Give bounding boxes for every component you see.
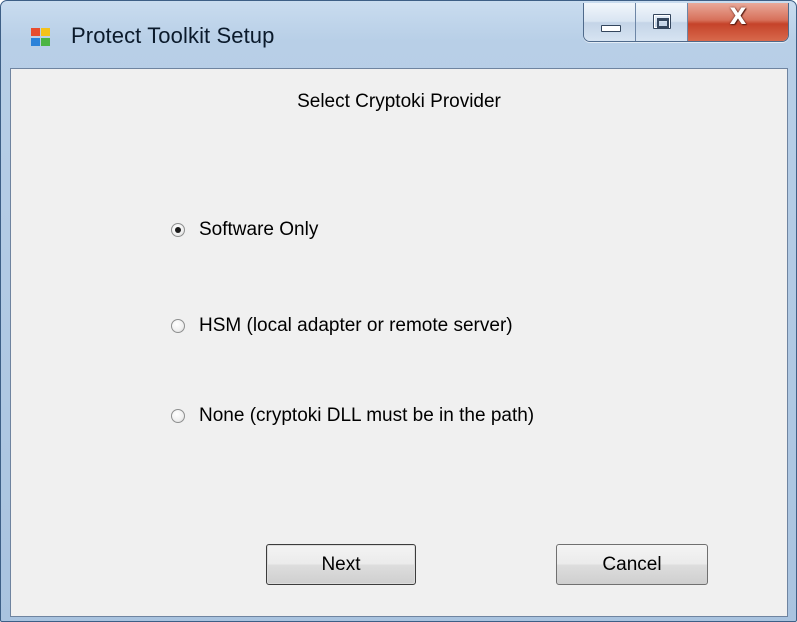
option-none[interactable]: None (cryptoki DLL must be in the path)	[171, 405, 534, 427]
option-software-only-label: Software Only	[199, 219, 319, 240]
radio-hsm[interactable]	[171, 319, 185, 333]
close-icon: X	[729, 5, 747, 30]
dialog-client-area: Select Cryptoki Provider Software Only H…	[10, 68, 788, 617]
option-hsm[interactable]: HSM (local adapter or remote server)	[171, 315, 513, 337]
maximize-button[interactable]	[636, 3, 688, 41]
next-button[interactable]: Next	[266, 544, 416, 585]
close-button[interactable]: X	[688, 3, 788, 41]
option-software-only[interactable]: Software Only	[171, 219, 318, 241]
radio-none[interactable]	[171, 409, 185, 423]
option-hsm-label: HSM (local adapter or remote server)	[199, 315, 513, 336]
minimize-icon	[601, 25, 621, 32]
option-none-label: None (cryptoki DLL must be in the path)	[199, 405, 535, 426]
maximize-icon	[653, 14, 671, 29]
caption-buttons: X	[583, 3, 789, 42]
dialog-heading: Select Cryptoki Provider	[297, 91, 501, 112]
minimize-button[interactable]	[584, 3, 636, 41]
window-title: Protect Toolkit Setup	[71, 23, 275, 48]
title-bar[interactable]: Protect Toolkit Setup X	[1, 1, 796, 67]
setup-app-icon	[31, 28, 53, 48]
radio-software-only[interactable]	[171, 223, 185, 237]
cancel-button[interactable]: Cancel	[556, 544, 708, 585]
setup-window: Protect Toolkit Setup X Select Cryptoki …	[0, 0, 797, 622]
